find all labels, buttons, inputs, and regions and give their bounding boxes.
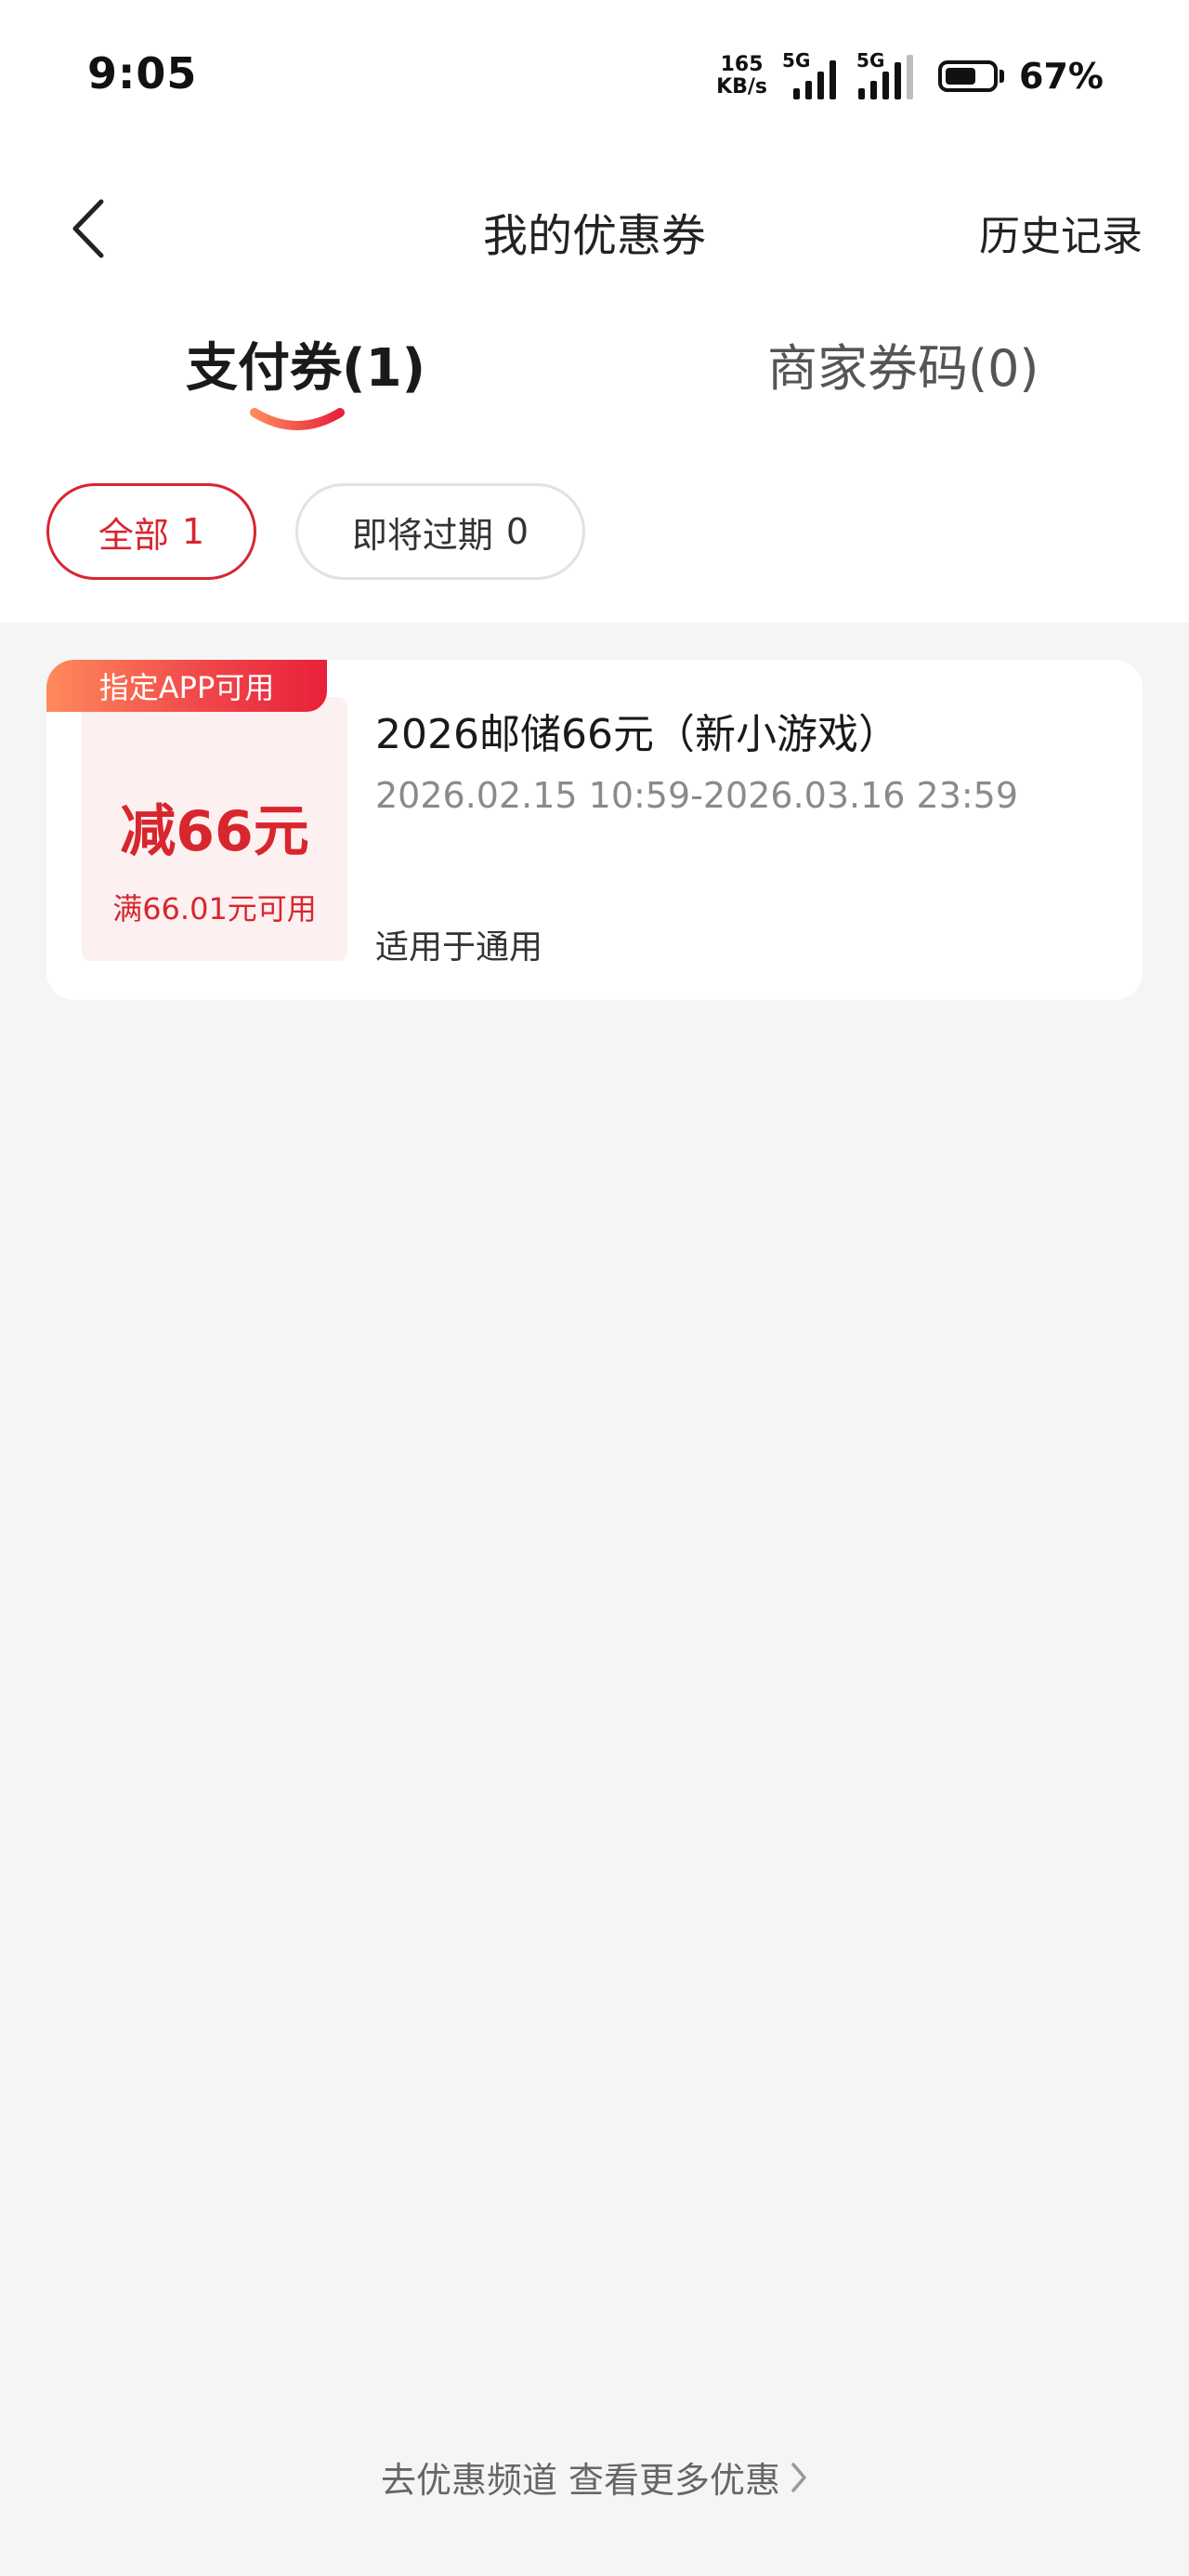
battery-fill <box>946 68 976 85</box>
coupon-card[interactable]: 减66元 满66.01元可用 指定APP可用 2026邮储66元（新小游戏） 2… <box>46 660 1143 1000</box>
coupon-tag: 指定APP可用 <box>46 660 327 712</box>
coupon-title: 2026邮储66元（新小游戏） <box>375 711 899 758</box>
filter-all-label: 全部 <box>98 514 169 556</box>
filter-expiring-count: 0 <box>505 511 529 552</box>
filter-expiring-label: 即将过期 <box>351 514 493 556</box>
more-offers-link[interactable]: 去优惠频道 查看更多优惠 <box>0 2451 1189 2503</box>
status-time: 9:05 <box>87 48 198 99</box>
network-speed-value: 165 <box>720 53 764 76</box>
filter-all-chip[interactable]: 全部 1 <box>46 483 256 580</box>
status-bar: 9:05 165 KB/s 5G 5G 67% <box>0 0 1189 158</box>
filter-all-count: 1 <box>181 511 205 552</box>
coupon-condition: 满66.01元可用 <box>112 891 317 927</box>
history-button[interactable]: 历史记录 <box>979 203 1143 262</box>
filter-expiring-chip[interactable]: 即将过期 0 <box>295 483 585 580</box>
chevron-right-icon <box>791 2462 806 2492</box>
tab-active-indicator <box>250 408 345 430</box>
battery-body <box>938 60 999 92</box>
status-indicators: 165 KB/s 5G 5G 67% <box>716 48 1104 104</box>
battery-icon <box>938 60 1005 92</box>
coupon-validity: 2026.02.15 10:59-2026.03.16 23:59 <box>375 775 1019 816</box>
network-speed: 165 KB/s <box>716 54 767 99</box>
signal-2-icon: 5G <box>856 51 921 101</box>
battery-cap <box>1000 70 1005 83</box>
signal-1-icon: 5G <box>782 51 847 101</box>
network-speed-unit: KB/s <box>716 75 768 99</box>
tab-merchant-codes[interactable]: 商家券码(0) <box>767 336 1039 401</box>
coupon-value-panel: 减66元 满66.01元可用 <box>82 697 347 961</box>
more-offers-label: 去优惠频道 查看更多优惠 <box>380 2460 781 2501</box>
coupon-amount: 减66元 <box>120 799 309 864</box>
battery-percent: 67% <box>1019 56 1104 97</box>
coupon-scope: 适用于通用 <box>375 928 543 966</box>
header: 我的优惠券 历史记录 <box>0 177 1189 279</box>
tab-payment-coupons[interactable]: 支付券(1) <box>186 336 425 401</box>
